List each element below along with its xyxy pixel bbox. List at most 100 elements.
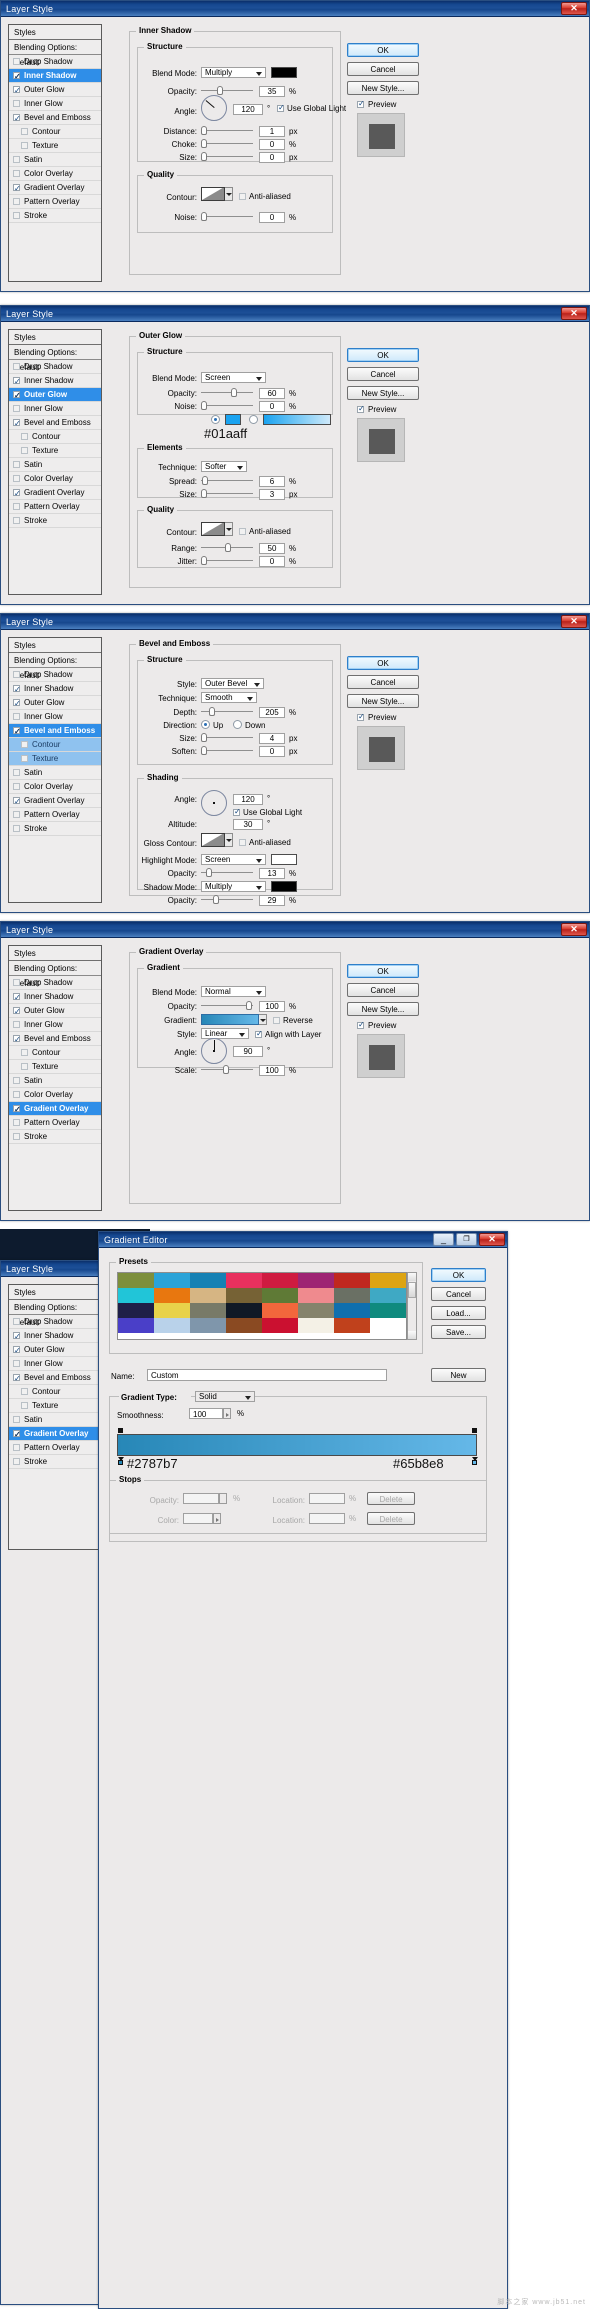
- load-button[interactable]: Load...: [431, 1306, 486, 1320]
- style-select-3[interactable]: Outer Bevel: [201, 678, 264, 689]
- effect-inner-shadow[interactable]: Inner Shadow: [9, 374, 101, 389]
- effect-contour[interactable]: Contour: [9, 1046, 101, 1060]
- preset-swatch[interactable]: [154, 1303, 190, 1318]
- effect-satin[interactable]: Satin: [9, 766, 101, 780]
- preset-swatch[interactable]: [154, 1273, 190, 1288]
- effect-outer-glow[interactable]: Outer Glow: [9, 1004, 101, 1019]
- ok-button[interactable]: OK: [347, 964, 419, 978]
- effect-texture[interactable]: Texture: [9, 1060, 101, 1074]
- delete-opacity-stop-button[interactable]: Delete: [367, 1492, 415, 1505]
- preview-checkbox-2[interactable]: Preview: [357, 404, 419, 414]
- checkbox-icon[interactable]: [277, 103, 285, 112]
- effect-stroke[interactable]: Stroke: [9, 1455, 101, 1469]
- checkbox-icon[interactable]: [239, 839, 246, 846]
- glow-color-swatch[interactable]: [225, 414, 241, 425]
- checkbox-icon[interactable]: [13, 783, 20, 790]
- jitter-slider-2[interactable]: [201, 556, 253, 565]
- effect-satin[interactable]: Satin: [9, 1413, 101, 1427]
- save-button[interactable]: Save...: [431, 1325, 486, 1339]
- soften-slider-3[interactable]: [201, 746, 253, 755]
- scale-value-4[interactable]: 100: [259, 1065, 285, 1076]
- angle-value-3[interactable]: 120: [233, 794, 263, 805]
- use-global-light-checkbox-1[interactable]: Use Global Light: [277, 103, 346, 113]
- gloss-contour-dropdown-3[interactable]: [225, 833, 233, 847]
- close-icon[interactable]: ✕: [561, 307, 587, 320]
- opacity-slider-2[interactable]: [201, 388, 253, 397]
- checkbox-icon[interactable]: [21, 447, 28, 454]
- preset-swatch[interactable]: [262, 1303, 298, 1318]
- effect-bevel-and-emboss[interactable]: Bevel and Emboss: [9, 724, 101, 739]
- preset-swatch[interactable]: [298, 1288, 334, 1303]
- preset-swatch[interactable]: [118, 1318, 154, 1333]
- checkbox-icon[interactable]: [13, 363, 20, 370]
- highlight-opacity-value-3[interactable]: 13: [259, 868, 285, 879]
- shadow-color-swatch-3[interactable]: [271, 881, 297, 892]
- checkbox-icon[interactable]: [13, 1444, 20, 1451]
- noise-value-1[interactable]: 0: [259, 212, 285, 223]
- contour-dropdown-2[interactable]: [225, 522, 233, 536]
- gradient-strip[interactable]: [117, 1434, 477, 1456]
- effect-pattern-overlay[interactable]: Pattern Overlay: [9, 808, 101, 822]
- checkbox-icon[interactable]: [13, 769, 20, 776]
- checkbox-icon[interactable]: [13, 517, 20, 524]
- new-style-button[interactable]: New Style...: [347, 1002, 419, 1016]
- ok-button[interactable]: OK: [347, 656, 419, 670]
- checkbox-icon[interactable]: [13, 375, 21, 389]
- noise-slider-1[interactable]: [201, 212, 253, 221]
- effect-bevel-and-emboss[interactable]: Bevel and Emboss: [9, 111, 101, 126]
- gradient-type-select[interactable]: Solid: [195, 1391, 255, 1402]
- technique-select-3[interactable]: Smooth: [201, 692, 257, 703]
- checkbox-icon[interactable]: [13, 182, 21, 196]
- preset-swatch[interactable]: [334, 1273, 370, 1288]
- checkbox-icon[interactable]: [13, 683, 21, 697]
- preset-swatch[interactable]: [154, 1318, 190, 1333]
- checkbox-icon[interactable]: [233, 807, 241, 816]
- effect-pattern-overlay[interactable]: Pattern Overlay: [9, 500, 101, 514]
- preset-swatch[interactable]: [118, 1303, 154, 1318]
- angle-dial-4[interactable]: [201, 1038, 227, 1064]
- smoothness-stepper[interactable]: [223, 1408, 231, 1419]
- effect-gradient-overlay[interactable]: Gradient Overlay: [9, 794, 101, 809]
- blend-mode-select-1[interactable]: Multiply: [201, 67, 266, 78]
- effect-satin[interactable]: Satin: [9, 458, 101, 472]
- range-value-2[interactable]: 50: [259, 543, 285, 554]
- maximize-icon[interactable]: ❐: [456, 1233, 477, 1246]
- effect-gradient-overlay[interactable]: Gradient Overlay: [9, 1427, 101, 1442]
- preset-swatch[interactable]: [334, 1303, 370, 1318]
- effect-inner-glow[interactable]: Inner Glow: [9, 710, 101, 724]
- preset-swatch[interactable]: [370, 1303, 406, 1318]
- cancel-button[interactable]: Cancel: [347, 983, 419, 997]
- effect-color-overlay[interactable]: Color Overlay: [9, 167, 101, 181]
- presets-grid[interactable]: [117, 1272, 407, 1340]
- size-slider-1[interactable]: [201, 152, 253, 161]
- checkbox-icon[interactable]: [21, 142, 28, 149]
- effect-stroke[interactable]: Stroke: [9, 1130, 101, 1144]
- altitude-value-3[interactable]: 30: [233, 819, 263, 830]
- checkbox-icon[interactable]: [357, 1020, 365, 1029]
- preview-checkbox-1[interactable]: Preview: [357, 99, 419, 109]
- effect-outer-glow[interactable]: Outer Glow: [9, 1343, 101, 1358]
- preset-swatch[interactable]: [190, 1273, 226, 1288]
- effect-texture[interactable]: Texture: [9, 752, 101, 766]
- angle-value-4[interactable]: 90: [233, 1046, 263, 1057]
- shadow-opacity-value-3[interactable]: 29: [259, 895, 285, 906]
- blending-options-row[interactable]: Blending Options: Default: [9, 1300, 101, 1327]
- checkbox-icon[interactable]: [13, 1033, 21, 1047]
- checkbox-icon[interactable]: [13, 713, 20, 720]
- checkbox-icon[interactable]: [13, 461, 20, 468]
- distance-slider-1[interactable]: [201, 126, 253, 135]
- anti-aliased-checkbox-3[interactable]: Anti-aliased: [239, 838, 291, 847]
- preset-swatch[interactable]: [370, 1318, 406, 1333]
- spread-value-2[interactable]: 6: [259, 476, 285, 487]
- effect-inner-glow[interactable]: Inner Glow: [9, 402, 101, 416]
- checkbox-icon[interactable]: [13, 417, 21, 431]
- checkbox-icon[interactable]: [13, 811, 20, 818]
- color-stop-right[interactable]: [471, 1457, 479, 1466]
- effect-contour[interactable]: Contour: [9, 1385, 101, 1399]
- effect-color-overlay[interactable]: Color Overlay: [9, 780, 101, 794]
- effect-color-overlay[interactable]: Color Overlay: [9, 472, 101, 486]
- effect-color-overlay[interactable]: Color Overlay: [9, 1088, 101, 1102]
- checkbox-icon[interactable]: [13, 156, 20, 163]
- checkbox-icon[interactable]: [21, 1402, 28, 1409]
- contour-preview-2[interactable]: [201, 522, 225, 536]
